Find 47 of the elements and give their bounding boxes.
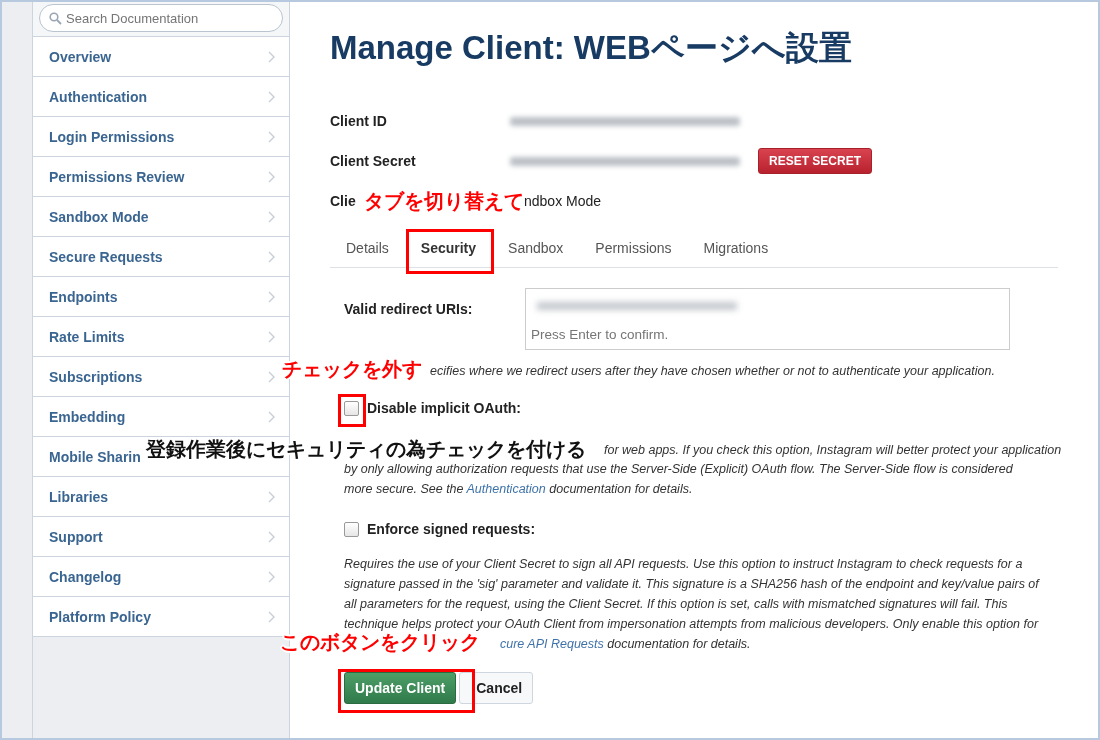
annotation-text: チェックを外す [282,359,422,379]
help-text: ecifies where we redirect users after they have chosen whether or not to authenticate your application. [430,364,995,378]
field-value: ndbox Mode [524,193,602,209]
sidebar-item[interactable]: Subscriptions [49,368,143,385]
checkbox[interactable] [344,400,359,416]
option-label: Enforce signed requests: [367,521,536,537]
sidebar-item[interactable]: Platform Policy [49,608,151,625]
uri-field[interactable]: Press Enter to confirm. [525,288,1010,350]
field-label: Client Secret [330,153,416,169]
option-description: cure API Requests documentation for details. [500,636,751,653]
option-label: Disable implicit OAuth: [367,400,521,416]
annotation-text: タブを切り替えて [364,191,524,211]
field-label: Clie [330,193,356,209]
search-field[interactable]: Search Documentation [39,4,283,32]
reset-secret-button[interactable]: RESET SECRET [758,148,872,174]
doc-link[interactable]: Authentication [466,482,546,496]
sidebar-item[interactable]: Overview [49,48,112,65]
sidebar-item[interactable]: Sandbox Mode [49,208,149,225]
tab[interactable]: Details [330,229,405,267]
sidebar-item[interactable]: Changelog [49,568,122,585]
checkbox[interactable] [344,521,359,537]
annotation-text: 登録作業後にセキュリティの為チェックを付ける [146,439,586,459]
field-label: Valid redirect URIs: [344,301,473,317]
sidebar-item[interactable]: Authentication [49,88,147,105]
sidebar-item[interactable]: Embedding [49,408,126,425]
tab[interactable]: Permissions [579,229,688,267]
annotation-text: このボタンをクリック [280,632,480,652]
sidebar-item[interactable]: Rate Limits [49,328,125,345]
tab[interactable]: Security [404,229,493,267]
tab[interactable]: Migrations [687,229,785,267]
doc-link[interactable]: cure API Requests [500,637,604,651]
sidebar-item[interactable]: Permissions Review [49,168,185,185]
sidebar-item[interactable]: Login Permissions [49,128,175,145]
search-icon [49,12,62,25]
cancel-button[interactable]: Cancel [459,672,534,704]
option-description: for web apps. If you check this option, Instagram will better protect your application [604,443,1062,457]
highlight-frame [338,394,366,427]
field-label: Client ID [330,113,387,129]
sidebar-item[interactable]: Support [49,528,103,545]
tab[interactable]: Sandbox [492,229,580,267]
sidebar-item[interactable]: Secure Requests [49,248,163,265]
sidebar-item[interactable]: Endpoints [49,288,118,305]
sidebar-item[interactable]: Libraries [49,488,109,505]
option-description: by only allowing authorization requests that use the Server-Side (Explicit) OAuth flow. The Server-Side flow is considered more secure. See the Authentication documentation for details. [344,461,1014,498]
page-title: Manage Client: WEBページへ設置 [330,28,853,68]
sidebar-item[interactable]: Mobile Sharin [49,448,141,465]
update-client-button[interactable]: Update Client [344,672,457,704]
